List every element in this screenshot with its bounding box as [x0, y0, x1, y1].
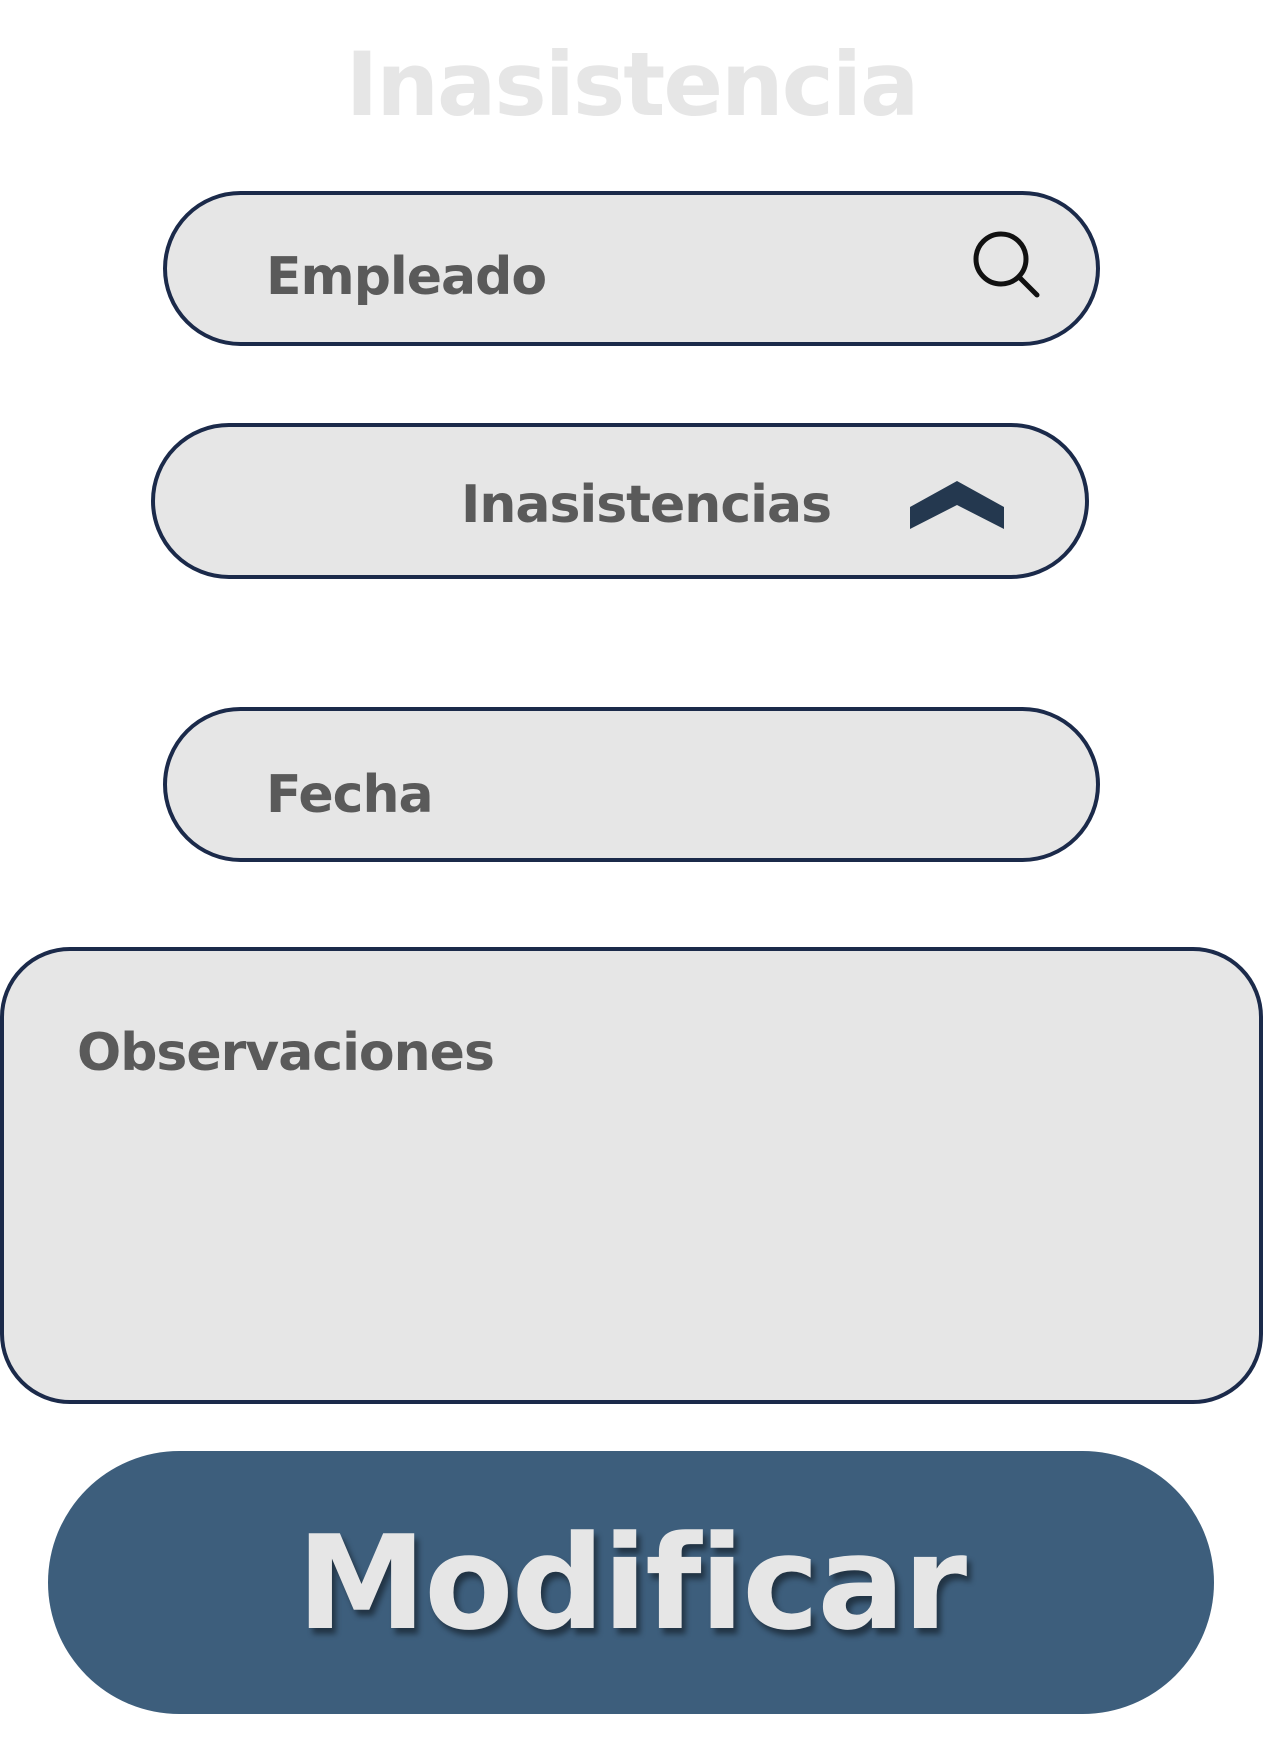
inasistencias-dropdown[interactable]: Inasistencias — [151, 423, 1089, 579]
observaciones-textarea[interactable]: Observaciones — [0, 947, 1263, 1404]
search-icon[interactable] — [967, 227, 1047, 307]
inasistencias-selected-value: Inasistencias — [461, 475, 832, 535]
modificar-button[interactable]: Modificar — [48, 1451, 1214, 1714]
page-title: Inasistencia — [345, 33, 920, 136]
observaciones-placeholder: Observaciones — [77, 1023, 495, 1083]
fecha-placeholder: Fecha — [266, 765, 434, 825]
modificar-button-label: Modificar — [296, 1506, 967, 1659]
empleado-search-field[interactable]: Empleado — [163, 191, 1100, 346]
empleado-placeholder: Empleado — [266, 247, 547, 307]
chevron-up-icon[interactable] — [910, 477, 1004, 529]
fecha-field[interactable]: Fecha — [163, 707, 1100, 862]
